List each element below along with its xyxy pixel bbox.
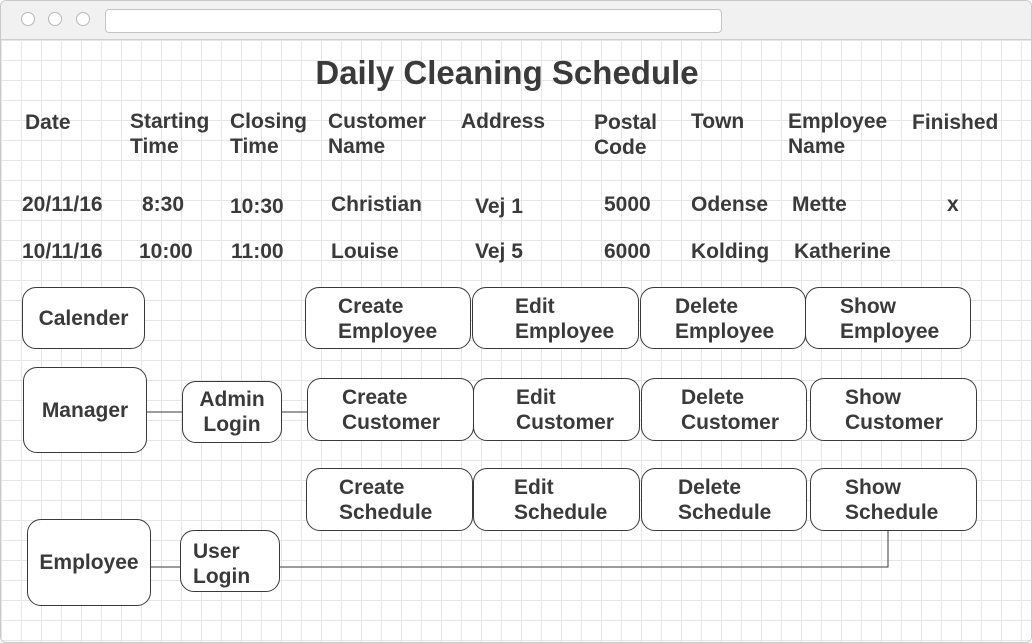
create-customer-button[interactable]: Create Customer xyxy=(307,378,474,441)
edit-customer-label: Edit Customer xyxy=(516,386,615,434)
header-town: Town xyxy=(691,110,745,133)
create-customer-label: Create Customer xyxy=(342,386,441,434)
admin-login-label: Admin Login xyxy=(199,388,265,436)
admin-login-button[interactable]: Admin Login xyxy=(182,381,282,443)
table-cell: Odense xyxy=(691,193,769,216)
table-cell: Vej 5 xyxy=(475,240,523,263)
table-cell: Kolding xyxy=(691,240,770,263)
create-employee-label: Create Employee xyxy=(338,295,438,343)
window-close-icon[interactable] xyxy=(21,12,35,26)
page-title: Daily Cleaning Schedule xyxy=(315,54,699,91)
window-titlebar xyxy=(1,1,1031,40)
create-schedule-label: Create Schedule xyxy=(339,476,433,524)
header-postal-code: Postal Code xyxy=(594,111,658,159)
header-starting-time: Starting Time xyxy=(130,110,210,158)
delete-employee-label: Delete Employee xyxy=(675,295,775,343)
table-cell: 10:00 xyxy=(139,240,193,263)
window-maximize-icon[interactable] xyxy=(76,12,90,26)
table-cell: 5000 xyxy=(604,193,651,216)
table-cell: Christian xyxy=(331,193,423,216)
edit-schedule-label: Edit Schedule xyxy=(514,476,608,524)
table-cell: 10/11/16 xyxy=(22,240,103,263)
create-employee-button[interactable]: Create Employee xyxy=(305,287,471,349)
delete-schedule-button[interactable]: Delete Schedule xyxy=(641,468,807,531)
table-cell: 8:30 xyxy=(142,193,185,216)
delete-schedule-label: Delete Schedule xyxy=(678,476,772,524)
table-cell: 6000 xyxy=(604,240,651,263)
table-cell: Louise xyxy=(331,240,399,263)
show-schedule-button[interactable]: Show Schedule xyxy=(810,468,977,531)
show-schedule-label: Show Schedule xyxy=(845,476,939,524)
header-employee-name: Employee Name xyxy=(788,110,888,158)
edit-employee-label: Edit Employee xyxy=(515,295,615,343)
show-customer-button[interactable]: Show Customer xyxy=(810,378,977,441)
create-schedule-button[interactable]: Create Schedule xyxy=(306,468,473,531)
table-cell: Katherine xyxy=(794,240,891,263)
header-customer-name: Customer Name xyxy=(328,110,427,158)
edit-schedule-button[interactable]: Edit Schedule xyxy=(473,468,640,531)
manager-label: Manager xyxy=(41,398,129,422)
header-address: Address xyxy=(461,110,546,133)
table-cell: 20/11/16 xyxy=(22,193,103,216)
header-date: Date xyxy=(25,111,71,134)
table-cell: x xyxy=(947,193,959,216)
delete-employee-button[interactable]: Delete Employee xyxy=(640,287,806,349)
user-login-button[interactable]: User Login xyxy=(180,530,280,592)
user-login-label: User Login xyxy=(193,540,251,588)
window-minimize-icon[interactable] xyxy=(48,12,62,26)
show-customer-label: Show Customer xyxy=(845,386,944,434)
table-cell: 11:00 xyxy=(231,240,284,263)
table-cell: Mette xyxy=(792,193,847,216)
edit-employee-button[interactable]: Edit Employee xyxy=(472,287,639,349)
calender-button[interactable]: Calender xyxy=(22,287,145,349)
employee-label: Employee xyxy=(39,551,139,574)
table-cell: Vej 1 xyxy=(475,195,523,218)
edit-customer-button[interactable]: Edit Customer xyxy=(473,378,640,441)
manager-button[interactable]: Manager xyxy=(23,367,147,453)
address-bar[interactable] xyxy=(105,9,722,33)
calender-label: Calender xyxy=(38,306,129,330)
delete-customer-label: Delete Customer xyxy=(681,386,780,434)
header-finished: Finished xyxy=(912,111,999,134)
delete-customer-button[interactable]: Delete Customer xyxy=(641,378,807,441)
show-employee-label: Show Employee xyxy=(840,295,940,343)
header-closing-time: Closing Time xyxy=(230,110,307,158)
table-cell: 10:30 xyxy=(230,195,284,218)
employee-button[interactable]: Employee xyxy=(27,519,151,606)
show-employee-button[interactable]: Show Employee xyxy=(805,287,971,349)
